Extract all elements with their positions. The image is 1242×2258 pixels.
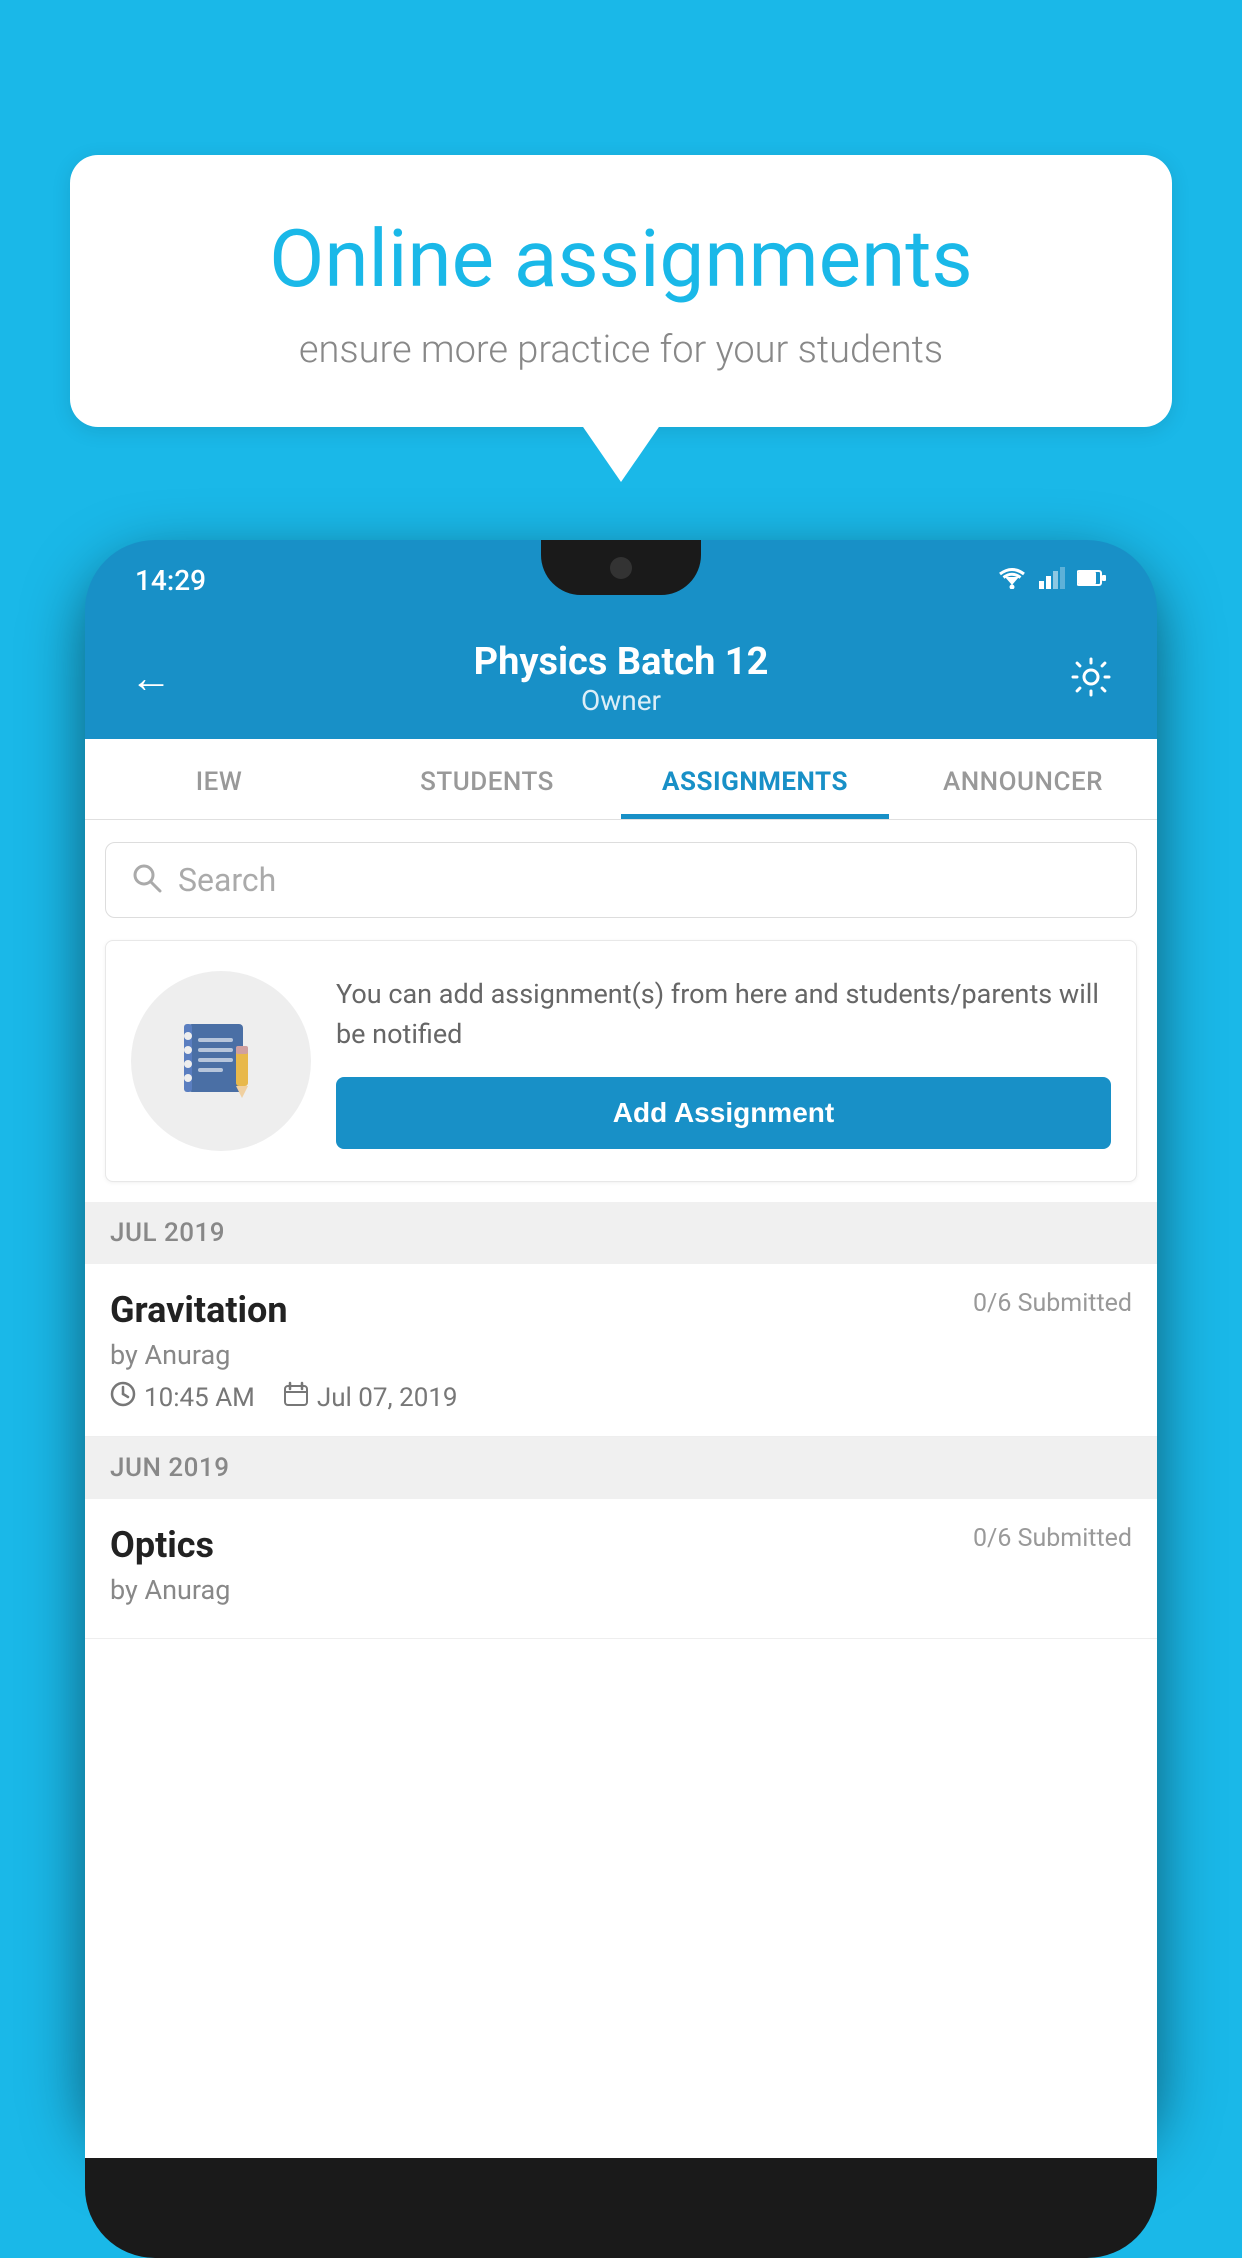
assignment-author: by Anurag (110, 1339, 1132, 1371)
empty-state-description: You can add assignment(s) from here and … (336, 974, 1111, 1055)
speech-bubble: Online assignments ensure more practice … (70, 155, 1172, 427)
battery-icon (1077, 569, 1107, 591)
tab-iew[interactable]: IEW (85, 739, 353, 819)
assignment-name-optics: Optics (110, 1524, 214, 1566)
assignment-name: Gravitation (110, 1289, 288, 1331)
phone-frame: 14:29 (85, 540, 1157, 2140)
tabs-bar: IEW STUDENTS ASSIGNMENTS ANNOUNCER (85, 739, 1157, 820)
submitted-badge-optics: 0/6 Submitted (973, 1524, 1132, 1553)
calendar-icon (283, 1381, 309, 1414)
section-header-jul: JUL 2019 (85, 1202, 1157, 1264)
settings-button[interactable] (1070, 656, 1112, 702)
header-subtitle: Owner (474, 684, 769, 717)
assignment-top-row: Gravitation 0/6 Submitted (110, 1289, 1132, 1331)
status-time: 14:29 (135, 564, 206, 597)
phone-bottom (85, 2158, 1157, 2258)
promo-card: Online assignments ensure more practice … (70, 155, 1172, 427)
empty-state-card: You can add assignment(s) from here and … (105, 940, 1137, 1182)
assignment-author-optics: by Anurag (110, 1574, 1132, 1606)
app-header: ← Physics Batch 12 Owner (85, 620, 1157, 739)
submitted-badge: 0/6 Submitted (973, 1289, 1132, 1318)
assignment-item-gravitation[interactable]: Gravitation 0/6 Submitted by Anurag (85, 1264, 1157, 1437)
tab-assignments[interactable]: ASSIGNMENTS (621, 739, 889, 819)
add-assignment-button[interactable]: Add Assignment (336, 1077, 1111, 1149)
back-button[interactable]: ← (130, 654, 172, 703)
assignment-top-row-optics: Optics 0/6 Submitted (110, 1524, 1132, 1566)
clock-icon (110, 1381, 136, 1414)
search-bar[interactable]: Search (105, 842, 1137, 918)
assignment-datetime: 10:45 AM Jul 07, 2019 (110, 1381, 1132, 1414)
time-item: 10:45 AM (110, 1381, 255, 1414)
empty-icon (131, 971, 311, 1151)
header-title: Physics Batch 12 (474, 640, 769, 684)
assignment-item-optics[interactable]: Optics 0/6 Submitted by Anurag (85, 1499, 1157, 1639)
header-center: Physics Batch 12 Owner (474, 640, 769, 717)
promo-subtitle: ensure more practice for your students (140, 328, 1102, 372)
search-placeholder: Search (178, 861, 276, 899)
empty-state-content: You can add assignment(s) from here and … (336, 974, 1111, 1149)
phone-mockup: 14:29 (85, 540, 1157, 2208)
signal-icon (1039, 567, 1065, 593)
search-icon (131, 862, 163, 898)
status-bar: 14:29 (85, 540, 1157, 620)
tab-students[interactable]: STUDENTS (353, 739, 621, 819)
date-value: Jul 07, 2019 (317, 1383, 458, 1413)
wifi-icon (997, 567, 1027, 593)
notch (541, 540, 701, 595)
tab-announcements[interactable]: ANNOUNCER (889, 739, 1157, 819)
section-header-jun: JUN 2019 (85, 1437, 1157, 1499)
date-item: Jul 07, 2019 (283, 1381, 458, 1414)
status-icons (997, 567, 1107, 593)
screen-content: Search (85, 820, 1157, 2158)
time-value: 10:45 AM (144, 1383, 255, 1413)
camera (610, 557, 632, 579)
promo-title: Online assignments (140, 215, 1102, 303)
